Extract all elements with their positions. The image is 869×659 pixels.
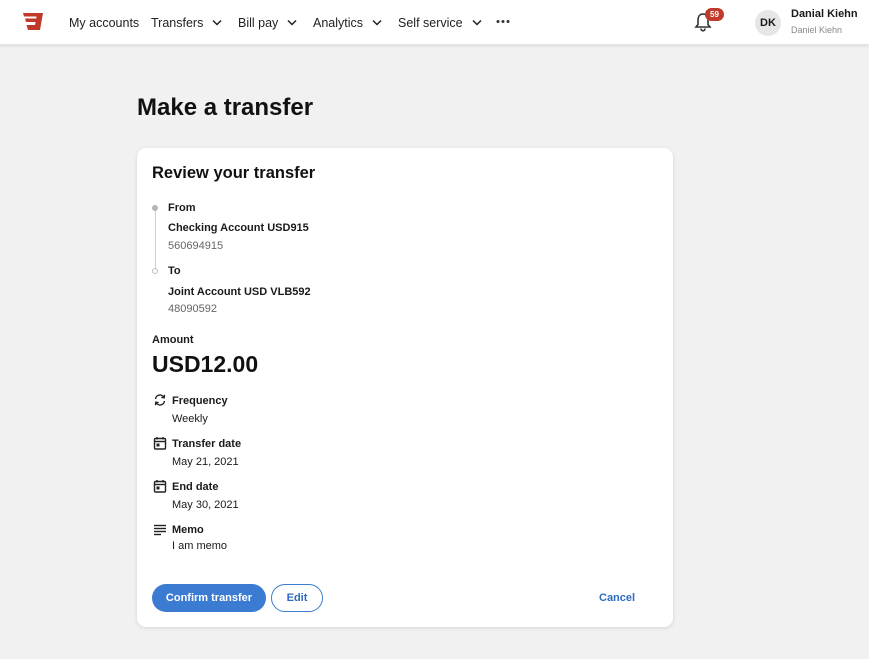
transfer-date-label: Transfer date [172, 438, 242, 450]
user-avatar[interactable]: DK [755, 10, 781, 36]
transfer-date-value: May 21, 2021 [172, 456, 239, 468]
edit-button[interactable]: Edit [271, 584, 323, 612]
notification-count-badge: 59 [705, 8, 724, 21]
calendar-icon [153, 437, 167, 450]
repeat-icon [154, 394, 166, 406]
calendar-icon [153, 480, 167, 493]
more-options-icon[interactable] [496, 19, 510, 24]
end-date-label: End date [172, 481, 219, 493]
nav-self-service-label: Self service [398, 15, 463, 30]
from-label: From [168, 202, 196, 214]
card-title: Review your transfer [152, 164, 316, 182]
amount-value: USD12.00 [152, 351, 259, 377]
review-transfer-card: Review your transfer From Checking Accou… [137, 148, 673, 627]
timeline-line [154, 211, 156, 269]
chevron-down-icon [212, 19, 222, 26]
page-title: Make a transfer [137, 94, 314, 121]
from-account-number: 560694915 [168, 240, 224, 252]
memo-value: I am memo [172, 540, 228, 552]
nav-analytics-label: Analytics [313, 15, 364, 30]
nav-bill-pay[interactable]: Bill pay [238, 0, 297, 45]
to-account-name: Joint Account USD VLB592 [168, 286, 311, 298]
to-label: To [168, 265, 181, 277]
nav-transfers[interactable]: Transfers [151, 0, 222, 45]
chevron-down-icon [287, 19, 297, 26]
chevron-down-icon [372, 19, 382, 26]
timeline-to-dot [152, 268, 158, 274]
chevron-down-icon [472, 19, 482, 26]
nav-my-accounts-label: My accounts [69, 15, 140, 30]
frequency-value: Weekly [172, 413, 208, 425]
cancel-button[interactable]: Cancel [599, 584, 635, 612]
amount-label: Amount [152, 334, 194, 346]
nav-my-accounts[interactable]: My accounts [69, 0, 139, 45]
nav-bill-pay-label: Bill pay [238, 15, 279, 30]
nav-analytics[interactable]: Analytics [313, 0, 382, 45]
top-navigation-bar: My accounts Transfers Bill pay Analytics… [0, 0, 869, 45]
confirm-transfer-button[interactable]: Confirm transfer [152, 584, 266, 612]
bank-logo-icon[interactable] [21, 11, 45, 32]
end-date-value: May 30, 2021 [172, 499, 239, 511]
user-subname: Daniel Kiehn [791, 25, 843, 35]
nav-self-service[interactable]: Self service [398, 0, 482, 45]
user-name[interactable]: Danial Kiehn [791, 8, 858, 20]
notes-icon [154, 524, 166, 536]
memo-label: Memo [172, 524, 204, 536]
nav-transfers-label: Transfers [151, 15, 204, 30]
frequency-label: Frequency [172, 395, 228, 407]
from-account-name: Checking Account USD915 [168, 222, 309, 234]
to-account-number: 48090592 [168, 303, 217, 315]
